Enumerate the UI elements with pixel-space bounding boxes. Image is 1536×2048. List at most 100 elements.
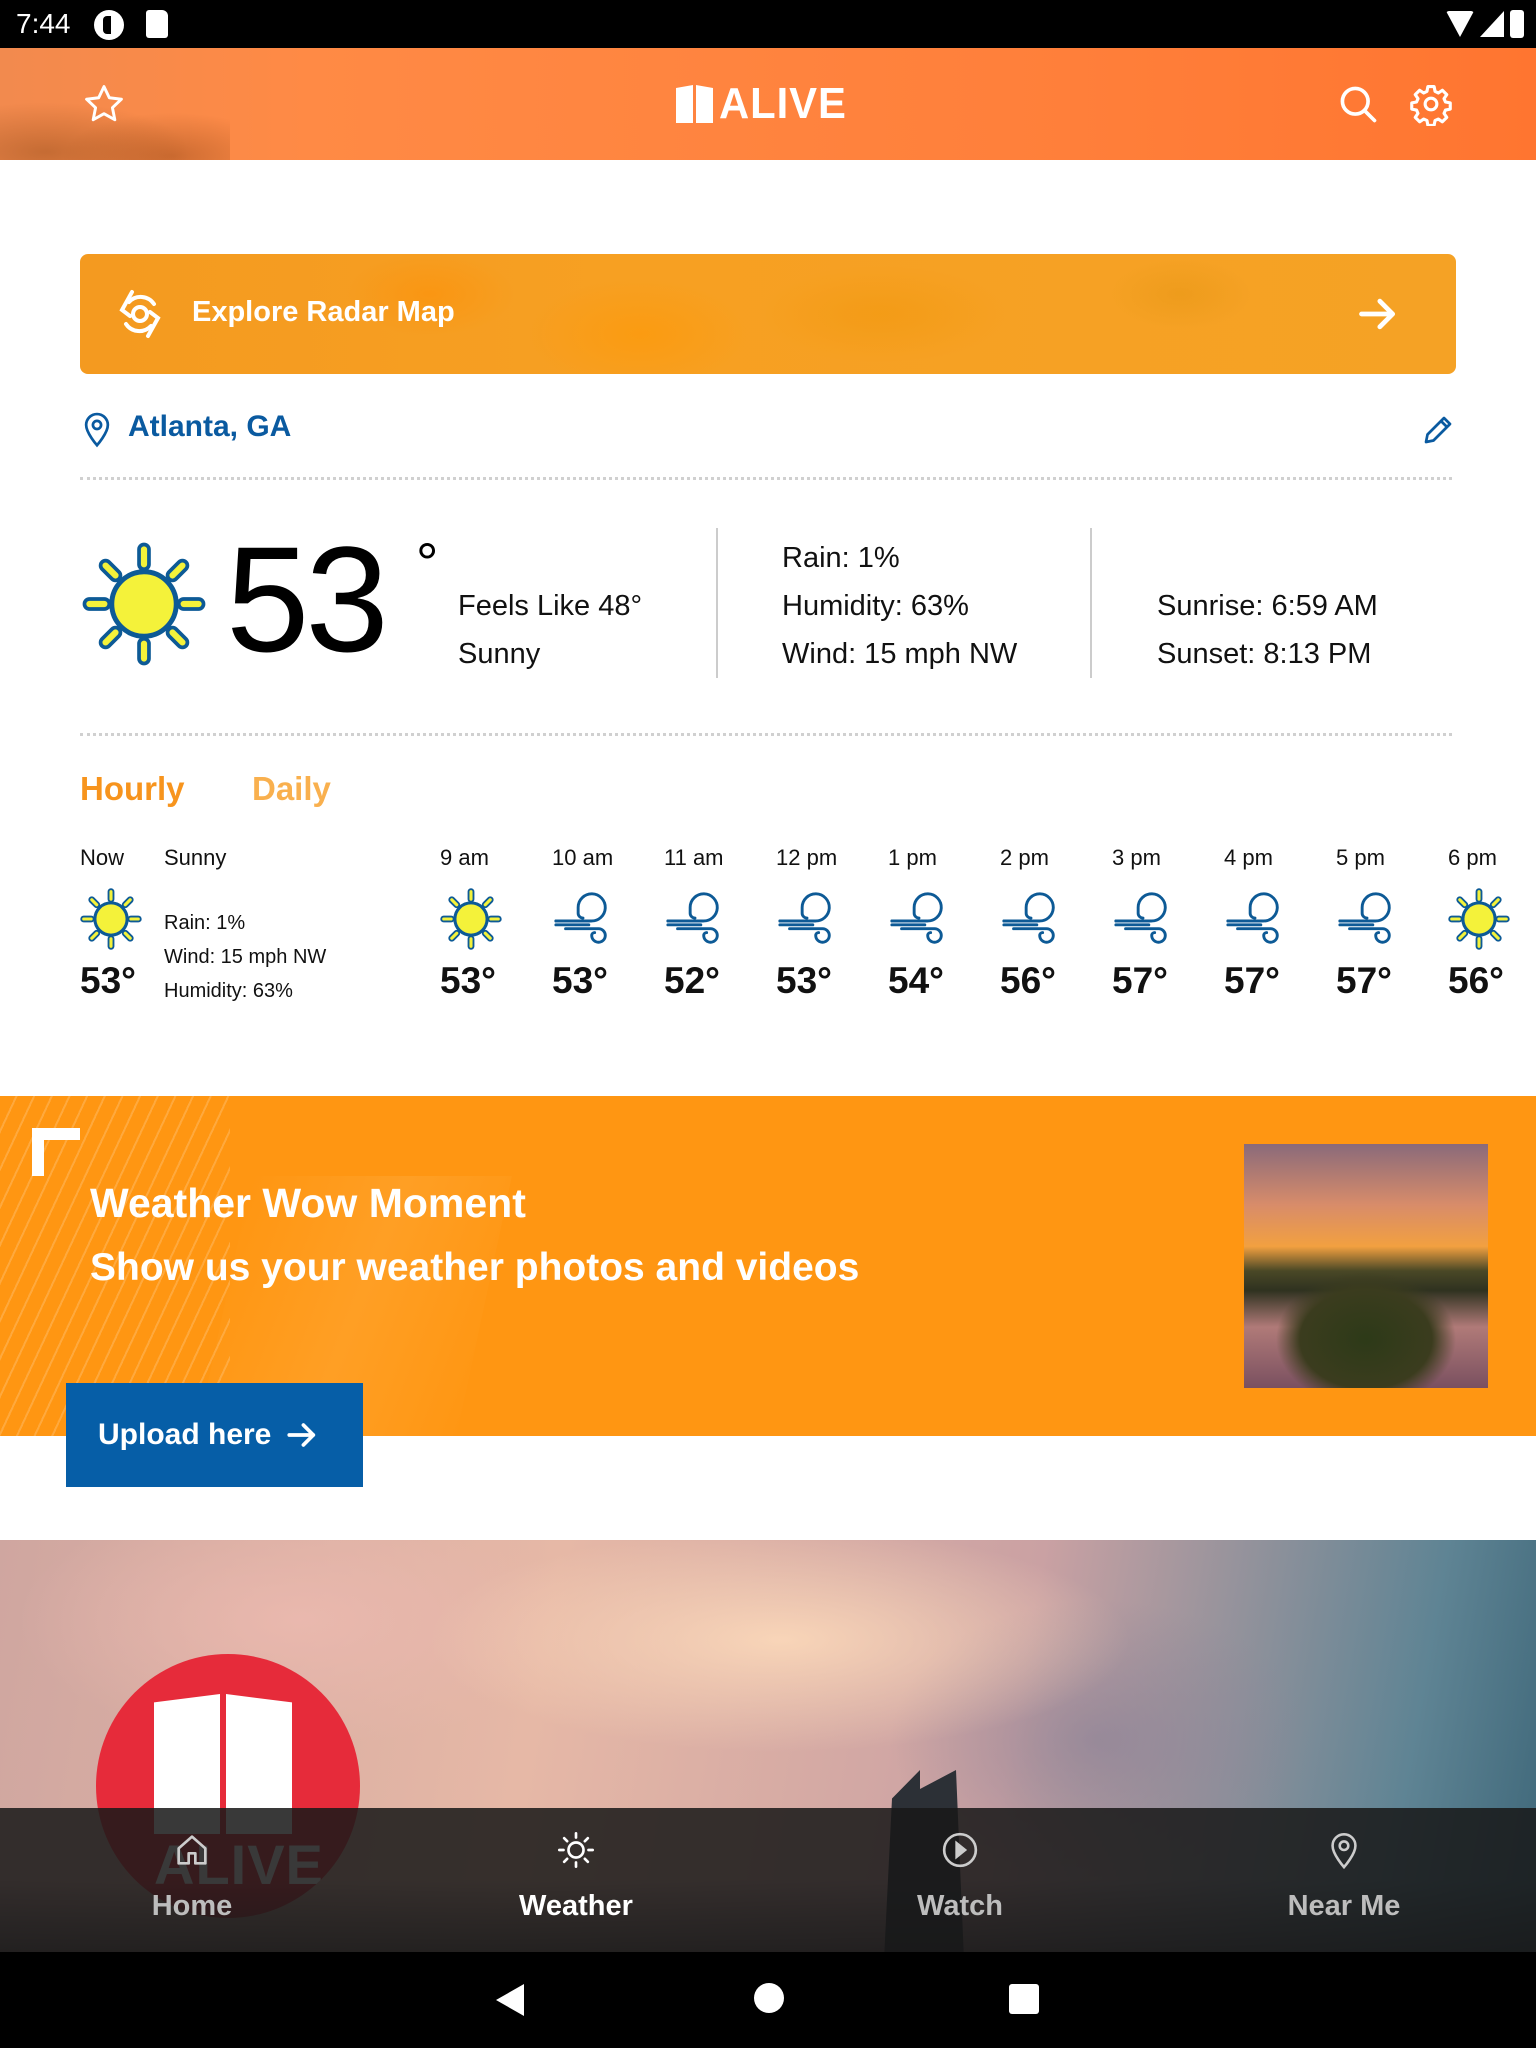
arrow-right-icon <box>1359 298 1396 330</box>
explore-radar-map-button[interactable]: Explore Radar Map <box>80 254 1456 374</box>
humidity: Humidity: 63% <box>782 590 969 622</box>
status-indicators <box>1446 10 1524 38</box>
location-name[interactable]: Atlanta, GA <box>128 410 291 444</box>
hour-time: 4 pm <box>1224 845 1273 870</box>
nav-near-me[interactable]: Near Me <box>1152 1808 1536 1952</box>
wind-icon <box>1224 888 1286 950</box>
now-rain: Rain: 1% <box>164 912 246 934</box>
sd-card-icon <box>146 10 168 38</box>
wind-icon <box>888 888 950 950</box>
now-label: Now <box>80 845 125 870</box>
nav-weather[interactable]: Weather <box>384 1808 768 1952</box>
hourly-item[interactable]: 6 pm 56° <box>1448 845 1536 1015</box>
current-temperature: 53 <box>226 515 389 683</box>
corner-bracket-icon <box>32 1128 80 1176</box>
wind-icon <box>776 888 838 950</box>
divider <box>716 528 718 678</box>
hour-temperature: 56° <box>1000 960 1056 1001</box>
tab-daily[interactable]: Daily <box>252 770 331 808</box>
favorite-button[interactable] <box>76 76 132 132</box>
hour-temperature: 56° <box>1448 960 1504 1001</box>
hourly-item[interactable]: 9 am 53° <box>440 845 540 1015</box>
battery-icon <box>1510 10 1524 38</box>
hour-temperature: 53° <box>776 960 832 1001</box>
nav-watch[interactable]: Watch <box>768 1808 1152 1952</box>
hour-temperature: 57° <box>1336 960 1392 1001</box>
app-header: ALIVE <box>0 48 1536 160</box>
nav-home[interactable]: Home <box>0 1808 384 1952</box>
promo-title: Weather Wow Moment <box>90 1180 526 1226</box>
hour-temperature: 53° <box>440 960 496 1001</box>
hour-time: 3 pm <box>1112 845 1161 870</box>
wind-icon <box>1336 888 1398 950</box>
search-icon <box>1340 86 1377 123</box>
hourly-item[interactable]: 10 am 53° <box>552 845 652 1015</box>
hour-time: 11 am <box>664 845 724 870</box>
hour-time: 1 pm <box>888 845 937 870</box>
divider <box>80 733 1452 736</box>
current-condition: Sunny <box>458 638 541 670</box>
location-pin-icon <box>84 412 110 448</box>
app-logo: ALIVE <box>676 79 854 128</box>
nav-label: Watch <box>917 1890 1003 1922</box>
nav-label: Home <box>151 1890 233 1922</box>
sunset-photo <box>1244 1144 1488 1388</box>
location-row: Atlanta, GA <box>80 404 1456 454</box>
hour-time: 10 am <box>552 845 614 870</box>
nav-label: Near Me <box>1287 1890 1401 1922</box>
hour-time: 6 pm <box>1448 845 1497 870</box>
gear-icon <box>1410 85 1452 126</box>
divider <box>1090 528 1092 678</box>
promo-subtitle: Show us your weather photos and videos <box>90 1246 860 1289</box>
sun-icon <box>440 888 502 950</box>
home-icon <box>177 1835 207 1865</box>
hourly-item[interactable]: 12 pm 53° <box>776 845 876 1015</box>
system-navigation-bar <box>0 1952 1536 2048</box>
sun-outline-icon <box>558 1832 594 1868</box>
bottom-navigation: Home Weather Watch Near Me <box>0 1808 1536 1952</box>
wind: Wind: 15 mph NW <box>782 638 1018 670</box>
hour-temperature: 57° <box>1112 960 1168 1001</box>
hourly-item[interactable]: 4 pm 57° <box>1224 845 1324 1015</box>
settings-button[interactable] <box>1403 76 1459 132</box>
wifi-icon <box>1446 11 1474 37</box>
status-bar: 7:44 <box>0 0 1536 48</box>
hour-time: 12 pm <box>776 845 838 870</box>
pencil-icon[interactable] <box>1420 412 1456 448</box>
signal-icon <box>1480 11 1504 37</box>
logo-text: ALIVE <box>719 79 847 128</box>
recent-apps-icon[interactable] <box>1009 1984 1039 2014</box>
hour-temperature: 54° <box>888 960 944 1001</box>
sun-icon <box>1448 888 1510 950</box>
hour-temperature: 52° <box>664 960 720 1001</box>
status-time: 7:44 <box>16 8 71 39</box>
search-button[interactable] <box>1330 76 1386 132</box>
hourly-item[interactable]: 11 am 52° <box>664 845 764 1015</box>
hour-time: 2 pm <box>1000 845 1049 870</box>
current-conditions: 53 ° Feels Like 48° Sunny Rain: 1% Humid… <box>80 515 1456 690</box>
hourly-item[interactable]: 1 pm 54° <box>888 845 988 1015</box>
upload-button[interactable]: Upload here <box>66 1383 363 1487</box>
sunset: Sunset: 8:13 PM <box>1157 638 1372 670</box>
tab-hourly[interactable]: Hourly <box>80 770 185 808</box>
arrow-right-icon <box>287 1423 316 1447</box>
hourly-item[interactable]: 2 pm 56° <box>1000 845 1100 1015</box>
upload-button-label: Upload here <box>98 1418 272 1451</box>
sunrise: Sunrise: 6:59 AM <box>1157 590 1378 622</box>
home-circle-icon[interactable] <box>754 1983 784 2013</box>
hourly-item[interactable]: 5 pm 57° <box>1336 845 1436 1015</box>
wind-icon <box>664 888 726 950</box>
back-icon[interactable] <box>496 1984 524 2016</box>
hour-temperature: 57° <box>1224 960 1280 1001</box>
sun-icon <box>80 888 142 950</box>
sun-icon <box>82 542 206 666</box>
hourly-item[interactable]: 3 pm 57° <box>1112 845 1212 1015</box>
star-icon <box>85 85 123 122</box>
radar-icon <box>119 290 161 338</box>
now-humidity: Humidity: 63% <box>164 980 293 1002</box>
hour-temperature: 53° <box>552 960 608 1001</box>
divider <box>80 477 1452 480</box>
notification-icon <box>94 10 124 40</box>
now-temperature: 53° <box>80 960 136 1001</box>
hour-time: 5 pm <box>1336 845 1385 870</box>
